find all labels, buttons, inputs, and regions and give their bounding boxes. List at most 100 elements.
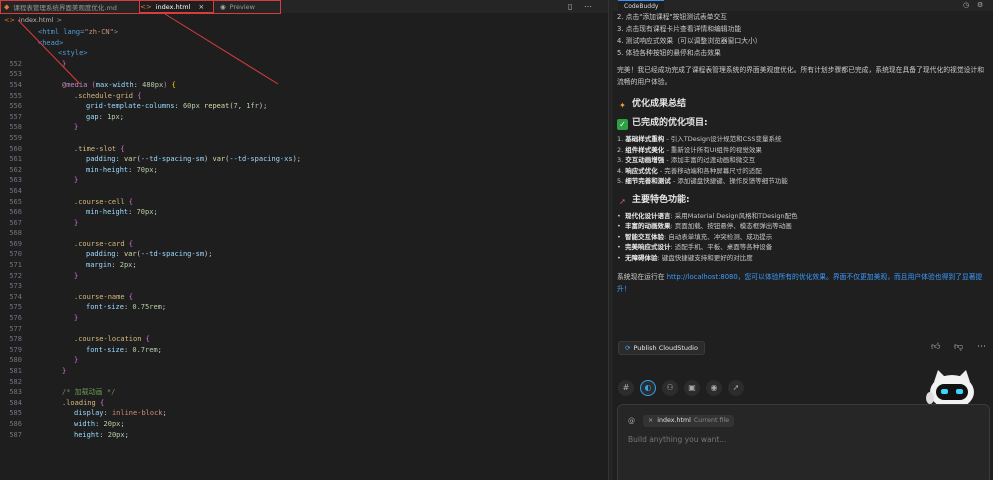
line-number: 553 — [9, 70, 22, 79]
line-number: 576 — [9, 314, 22, 323]
markdown-file-icon: ◆ — [4, 2, 10, 11]
code-token: <style> — [58, 49, 88, 58]
code-text: /* 加载动画 */ — [62, 388, 116, 397]
code-token: <html lang= — [38, 28, 85, 36]
item-value: : 页面加载、按钮悬停、模态框弹出等动画 — [670, 222, 792, 230]
split-editor-icon[interactable]: ▯ — [568, 0, 572, 13]
line-number: 556 — [9, 102, 22, 111]
chat-input-placeholder[interactable]: Build anything you want... — [628, 435, 726, 444]
code-line: 581} — [0, 366, 608, 377]
heading-results-text: 优化成果总结 — [632, 99, 687, 109]
more-icon[interactable]: ⋯ — [584, 0, 592, 13]
item-key: 丰富的动画效果 — [625, 222, 671, 230]
code-line: 558} — [0, 122, 608, 133]
line-number: 565 — [9, 197, 22, 206]
code-text: .time-slot { — [74, 144, 125, 153]
tab-codebuddy[interactable]: CodeBuddy — [618, 0, 665, 11]
chip-file: index.html — [657, 417, 691, 424]
publish-cloudstudio-button[interactable]: ⟳ Publish CloudStudio — [618, 341, 705, 355]
line-number: 578 — [9, 335, 22, 344]
tab-md-label: 课程表管理系统界面美观度优化.md — [13, 3, 117, 12]
code-line: 583 /* 加载动画 */ — [0, 387, 608, 398]
model-icon[interactable]: ◐ — [640, 380, 656, 396]
tab-md[interactable]: ◆ 课程表管理系统界面美观度优化.md — [4, 0, 134, 13]
code-line: 587 height: 20px; — [0, 430, 608, 441]
list-item: 3. 点击现有课程卡片查看详情和编辑功能 — [617, 25, 742, 33]
code-line: 560 .time-slot { — [0, 144, 608, 155]
code-text: margin: 2px; — [86, 261, 137, 270]
hash-icon[interactable]: # — [618, 380, 634, 396]
item-key: 完美响应式设计 — [625, 243, 671, 251]
code-line: 555 .schedule-grid { — [0, 91, 608, 102]
rocket-icon[interactable]: ➚ — [728, 380, 744, 396]
features-list: • 现代化设计语言: 采用Material Design风格和TDesign配色 … — [617, 211, 989, 264]
code-line: 567} — [0, 218, 608, 229]
settings-icon[interactable]: ⚙ — [977, 0, 983, 11]
check-icon: ✓ — [617, 119, 628, 130]
code-line: 565 .course-cell { — [0, 197, 608, 208]
thumbs-up-icon[interactable]: 👍︎ — [931, 342, 940, 352]
code-text: display: inline-block; — [74, 409, 167, 418]
code-line: 572} — [0, 271, 608, 282]
item-value: - 添加键盘快捷键、操作反馈等细节功能 — [670, 177, 788, 185]
context-chip[interactable]: × index.html Current file — [643, 415, 735, 427]
line-number: 570 — [9, 250, 22, 259]
chip-sub: Current file — [693, 417, 730, 424]
test-steps-list: 2. 点击"添加课程"按钮测试表单交互 3. 点击现有课程卡片查看详情和编辑功能… — [617, 11, 989, 59]
list-item: 1. 基础样式重构 - 引入TDesign设计规范和CSS变量系统 — [617, 135, 782, 143]
line-number: 562 — [9, 165, 22, 174]
code-line: 561 padding: var(--td-spacing-sm) var(--t… — [0, 154, 608, 165]
item-value: : 键盘快捷键支持和更好的对比度 — [657, 253, 753, 262]
item-key: 智能交互体验 — [625, 232, 664, 241]
breadcrumb-file[interactable]: index.html — [19, 16, 54, 24]
image-icon[interactable]: ▣ — [684, 380, 700, 396]
code-line: 582 — [0, 377, 608, 388]
more-icon[interactable]: ⋯ — [977, 342, 986, 352]
code-text: } — [74, 271, 79, 280]
line-number: 573 — [9, 282, 22, 291]
item-value: : 采用Material Design风格和TDesign配色 — [670, 211, 798, 220]
eye-icon[interactable]: ◉ — [706, 380, 722, 396]
heading-results: ✦ 优化成果总结 — [617, 97, 989, 111]
code-line: 564 — [0, 186, 608, 197]
code-text: } — [62, 367, 67, 375]
code-line: 571 margin: 2px; — [0, 260, 608, 271]
code-text: min-height: 70px; — [86, 208, 158, 217]
code-line: 553 — [0, 69, 608, 80]
code-text: gap: 1px; — [86, 112, 124, 121]
line-number: 564 — [9, 186, 22, 195]
list-item: • 现代化设计语言: 采用Material Design风格和TDesign配色 — [617, 211, 798, 220]
code-lines: 552} 553 554 @media (max-width: 480px) {555… — [0, 59, 608, 440]
code-editor[interactable]: ◆ 课程表管理系统界面美观度优化.md <> index.html × ◉ Pr… — [0, 0, 608, 480]
thumbs-down-icon[interactable]: 👎︎ — [954, 342, 963, 352]
code-token: "zh-CN" — [84, 28, 114, 36]
publish-label: Publish CloudStudio — [633, 344, 698, 352]
history-icon[interactable]: ◷ — [963, 0, 969, 11]
mention-icon[interactable]: @ — [628, 415, 635, 427]
list-item: 4. 响应式优化 - 完善移动端和各种屏幕尺寸的适配 — [617, 166, 762, 175]
tab-index-html[interactable]: <> index.html × — [139, 0, 214, 13]
code-text: font-size: 0.7rem; — [86, 345, 162, 354]
list-item: 5. 体验各种按钮的悬停和点击效果 — [617, 49, 721, 57]
localhost-link[interactable]: http://localhost:8080 — [667, 273, 738, 281]
code-text: @media (max-width: 480px) { — [62, 80, 176, 89]
eye-icon: ◉ — [220, 2, 226, 11]
code-text: width: 20px; — [74, 419, 125, 428]
code-area[interactable]: <html lang="zh-CN"> <head> <style> 552} 5… — [0, 27, 608, 440]
code-text: .course-card { — [74, 239, 134, 248]
heading-features-text: 主要特色功能: — [632, 194, 690, 205]
close-icon[interactable]: × — [648, 417, 653, 424]
tab-preview-label: Preview — [229, 2, 255, 11]
tab-preview[interactable]: ◉ Preview — [220, 0, 280, 13]
code-text: .course-name { — [74, 292, 134, 301]
item-key: 响应式优化 — [625, 166, 658, 175]
close-icon[interactable]: × — [198, 3, 204, 11]
plugin-icon[interactable]: ⚇ — [662, 380, 678, 396]
code-line: 573 — [0, 281, 608, 292]
code-line: 575 font-size: 0.75rem; — [0, 302, 608, 313]
list-item: 2. 点击"添加课程"按钮测试表单交互 — [617, 13, 728, 21]
code-line: 559 — [0, 133, 608, 144]
code-line: <head> — [0, 38, 608, 49]
chat-input-box[interactable]: @ × index.html Current file Build anything… — [617, 404, 990, 480]
line-number: 569 — [9, 239, 22, 248]
